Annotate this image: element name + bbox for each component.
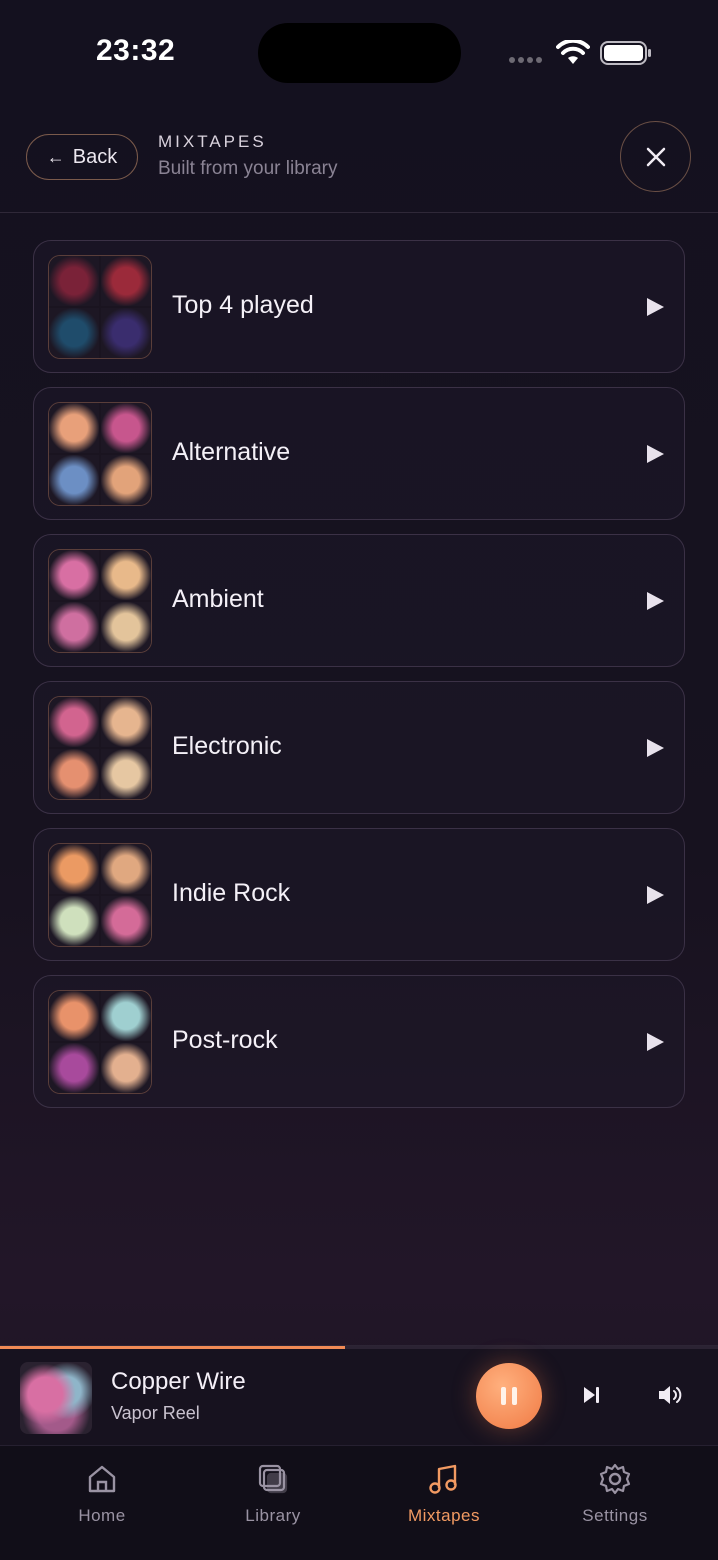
library-icon (258, 1464, 288, 1494)
status-bar: 23:32 (0, 0, 718, 100)
mixtape-item[interactable]: Alternative (33, 387, 685, 520)
skip-next-icon[interactable] (578, 1382, 604, 1408)
close-button[interactable] (620, 121, 691, 192)
play-icon[interactable] (647, 592, 664, 610)
play-icon[interactable] (647, 1033, 664, 1051)
mixtape-artwork (48, 696, 152, 800)
wifi-icon (556, 40, 590, 64)
mixtape-label: Post-rock (172, 1026, 278, 1054)
dynamic-island (258, 23, 461, 83)
mixtape-label: Electronic (172, 732, 282, 760)
mixtape-artwork (48, 549, 152, 653)
mixtape-artwork (48, 843, 152, 947)
mini-player[interactable]: Copper Wire Vapor Reel (0, 1345, 718, 1445)
tab-home[interactable]: Home (42, 1462, 162, 1542)
mixtape-label: Ambient (172, 585, 264, 613)
home-icon (88, 1465, 116, 1493)
mixtape-item[interactable]: Indie Rock (33, 828, 685, 961)
mixtape-label: Top 4 played (172, 291, 314, 319)
tab-mixtapes[interactable]: Mixtapes (384, 1462, 504, 1542)
status-time: 23:32 (96, 34, 176, 67)
mixtape-item[interactable]: Electronic (33, 681, 685, 814)
battery-icon (600, 41, 651, 65)
tab-settings[interactable]: Settings (555, 1462, 675, 1542)
page-title: MIXTAPES (158, 132, 267, 151)
back-label: Back (72, 145, 118, 168)
tab-label: Mixtapes (407, 1506, 481, 1525)
pause-icon (501, 1387, 506, 1405)
page-subtitle: Built from your library (158, 158, 338, 179)
header: ← Back MIXTAPES Built from your library (0, 118, 718, 213)
tab-label: Settings (582, 1506, 648, 1525)
now-playing-artwork[interactable] (20, 1362, 92, 1434)
music-note-icon (429, 1464, 457, 1494)
mixtape-label: Indie Rock (172, 879, 291, 907)
mixtape-artwork (48, 255, 152, 359)
tab-label: Library (245, 1506, 301, 1525)
play-icon[interactable] (647, 739, 664, 757)
play-icon[interactable] (647, 445, 664, 463)
mixtape-item[interactable]: Ambient (33, 534, 685, 667)
close-icon (646, 147, 665, 166)
arrow-left-icon: ← (46, 146, 65, 167)
mixtape-artwork (48, 990, 152, 1094)
volume-icon[interactable] (656, 1382, 684, 1408)
back-button[interactable]: ← Back (26, 134, 138, 180)
tab-library[interactable]: Library (213, 1462, 333, 1542)
pause-button[interactable] (476, 1363, 542, 1429)
tab-bar: Home Library Mixtapes Settings (0, 1445, 718, 1560)
play-icon[interactable] (647, 298, 664, 316)
mixtape-list: Top 4 played Alternative Ambient Electro… (33, 240, 685, 1122)
now-playing-artist: Vapor Reel (111, 1403, 200, 1423)
mixtape-label: Alternative (172, 438, 291, 466)
now-playing-title: Copper Wire (111, 1368, 246, 1395)
tab-label: Home (78, 1506, 126, 1525)
playback-progress-fill (0, 1346, 345, 1349)
gear-icon (599, 1463, 631, 1495)
play-icon[interactable] (647, 886, 664, 904)
mixtape-item[interactable]: Post-rock (33, 975, 685, 1108)
signal-icon (509, 57, 542, 63)
mixtape-artwork (48, 402, 152, 506)
playback-progress[interactable] (0, 1346, 718, 1349)
mixtape-item[interactable]: Top 4 played (33, 240, 685, 373)
